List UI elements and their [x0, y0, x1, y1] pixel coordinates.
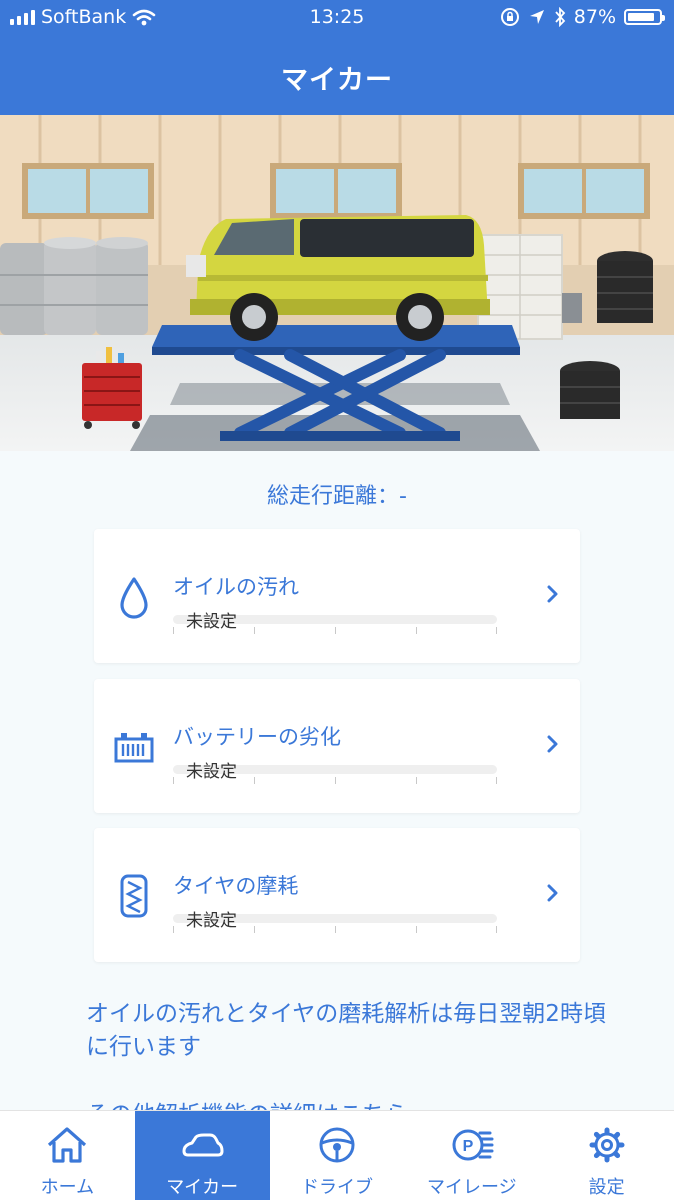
- status-right: 87%: [500, 6, 665, 28]
- gear-icon: [589, 1127, 625, 1163]
- battery-card-label: バッテリーの劣化: [173, 725, 341, 749]
- battery-card[interactable]: バッテリーの劣化 未設定: [94, 679, 580, 813]
- garage-scene: [0, 115, 674, 451]
- car-icon: [182, 1133, 224, 1157]
- tab-settings[interactable]: 設定: [539, 1111, 674, 1200]
- tire-icon: [120, 874, 148, 918]
- chevron-right-icon: [547, 884, 558, 902]
- tire-card-value: 未設定: [186, 911, 237, 931]
- location-arrow-icon: [529, 10, 544, 24]
- garage-illustration: [0, 115, 674, 451]
- oil-drop-icon: [120, 577, 148, 619]
- bluetooth-icon: [555, 7, 566, 27]
- tab-mycar[interactable]: マイカー: [134, 1111, 270, 1200]
- parking-coins-icon: P: [452, 1129, 494, 1161]
- tab-bar: ホーム マイカー ドライブ P マイレージ 設定: [0, 1110, 674, 1200]
- tab-drive-label: ドライブ: [300, 1177, 373, 1198]
- oil-card-value: 未設定: [186, 612, 237, 632]
- total-distance: 総走行距離：-: [267, 484, 407, 509]
- tab-home-label: ホーム: [40, 1177, 95, 1198]
- tab-mileage[interactable]: P マイレージ: [404, 1111, 539, 1200]
- tab-settings-label: 設定: [588, 1177, 625, 1198]
- rotation-lock-icon: [500, 8, 519, 26]
- tab-mileage-label: マイレージ: [426, 1177, 517, 1198]
- oil-drums: [0, 237, 148, 335]
- chevron-right-icon: [547, 735, 558, 753]
- svg-text:P: P: [462, 1138, 473, 1155]
- battery-icon: [114, 733, 154, 763]
- tab-home[interactable]: ホーム: [0, 1111, 135, 1200]
- tire-card-label: タイヤの摩耗: [173, 874, 299, 898]
- chevron-right-icon: [547, 585, 558, 603]
- status-bar: SoftBank 13:25 87%: [0, 6, 674, 32]
- analysis-note: オイルの汚れとタイヤの磨耗解析は毎日翌朝2時頃に行います: [86, 1001, 606, 1060]
- tab-drive[interactable]: ドライブ: [270, 1111, 405, 1200]
- oil-card-label: オイルの汚れ: [173, 575, 299, 599]
- tire-card[interactable]: タイヤの摩耗 未設定: [94, 828, 580, 962]
- windows: [22, 163, 650, 219]
- battery-card-value: 未設定: [186, 762, 237, 782]
- app-header: SoftBank 13:25 87% マイカー: [0, 0, 674, 115]
- battery-percent: 87%: [573, 6, 616, 28]
- steering-wheel-icon: [319, 1127, 355, 1163]
- battery-icon: [624, 9, 665, 25]
- home-icon: [48, 1127, 87, 1163]
- page-title: マイカー: [281, 65, 393, 96]
- oil-card[interactable]: オイルの汚れ 未設定: [94, 529, 580, 663]
- tab-mycar-label: マイカー: [166, 1177, 239, 1198]
